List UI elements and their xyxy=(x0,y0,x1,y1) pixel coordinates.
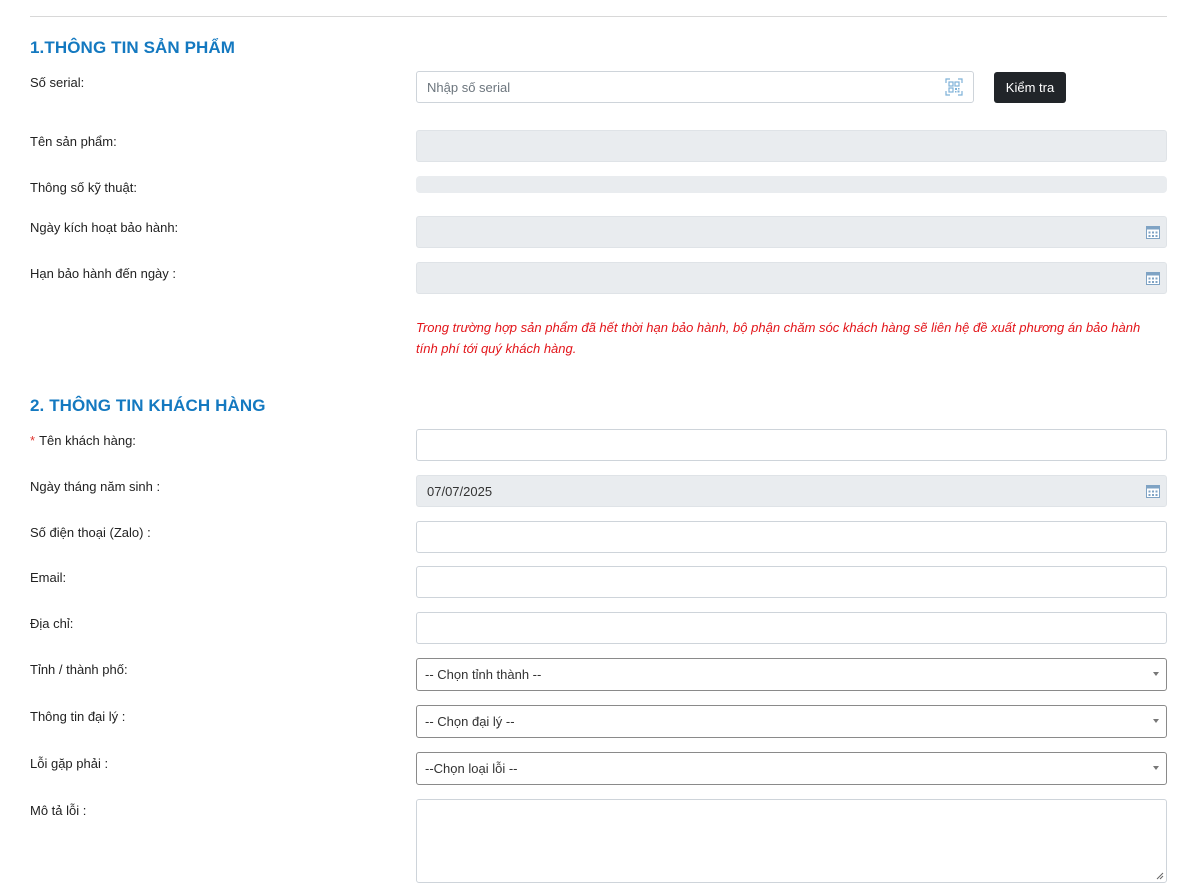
caret-down-icon xyxy=(1153,719,1159,723)
birthdate-label: Ngày tháng năm sinh : xyxy=(30,479,161,494)
dealer-label: Thông tin đại lý : xyxy=(30,709,126,724)
province-selected: -- Chọn tỉnh thành -- xyxy=(425,667,542,682)
activation-date-label: Ngày kích hoạt bảo hành: xyxy=(30,220,179,235)
caret-down-icon xyxy=(1153,766,1159,770)
customer-name-label: * Tên khách hàng: xyxy=(30,433,136,448)
calendar-icon[interactable] xyxy=(1146,484,1160,498)
dealer-select[interactable]: -- Chọn đại lý -- xyxy=(416,705,1167,738)
address-input[interactable] xyxy=(416,612,1167,644)
serial-placeholder: Nhập số serial xyxy=(427,79,511,95)
province-label: Tỉnh / thành phố: xyxy=(30,662,128,677)
product-name-field xyxy=(416,130,1167,162)
email-label: Email: xyxy=(30,570,67,585)
serial-input[interactable]: Nhập số serial xyxy=(416,71,974,103)
email-input[interactable] xyxy=(416,566,1167,598)
required-mark: * xyxy=(30,433,36,448)
warranty-until-label: Hạn bảo hành đến ngày : xyxy=(30,266,177,281)
birthdate-value: 07/07/2025 xyxy=(427,483,493,499)
error-type-label: Lỗi gặp phải : xyxy=(30,756,109,771)
qr-scan-icon[interactable] xyxy=(945,78,963,96)
calendar-icon xyxy=(1146,226,1160,239)
phone-input[interactable] xyxy=(416,521,1167,553)
section-title-product-info: 1.THÔNG TIN SẢN PHẨM xyxy=(30,38,236,57)
section-title-customer-info: 2. THÔNG TIN KHÁCH HÀNG xyxy=(30,396,266,415)
specs-label: Thông số kỹ thuật: xyxy=(30,180,137,195)
calendar-icon xyxy=(1146,272,1160,285)
top-divider xyxy=(30,16,1167,17)
error-description-textarea[interactable] xyxy=(416,799,1167,883)
warranty-note: Trong trường hợp sản phẩm đã hết thời hạ… xyxy=(416,320,1141,356)
activation-date-field xyxy=(416,216,1167,248)
caret-down-icon xyxy=(1153,672,1159,676)
warranty-until-field xyxy=(416,262,1167,294)
customer-name-input[interactable] xyxy=(416,429,1167,461)
phone-label: Số điện thoại (Zalo) : xyxy=(30,525,151,540)
error-type-selected: --Chọn loại lỗi -- xyxy=(425,761,518,776)
dealer-selected: -- Chọn đại lý -- xyxy=(425,714,515,729)
check-serial-button[interactable]: Kiểm tra xyxy=(994,72,1066,103)
error-type-select[interactable]: --Chọn loại lỗi -- xyxy=(416,752,1167,785)
specs-field xyxy=(416,176,1167,193)
customer-name-label-text: Tên khách hàng: xyxy=(39,433,136,448)
resize-handle-icon[interactable] xyxy=(1155,871,1164,880)
address-label: Địa chỉ: xyxy=(30,616,74,631)
product-name-label: Tên sản phẩm: xyxy=(30,134,117,149)
error-description-label: Mô tả lỗi : xyxy=(30,803,87,818)
serial-label: Số serial: xyxy=(30,75,85,90)
birthdate-input[interactable]: 07/07/2025 xyxy=(416,475,1167,507)
province-select[interactable]: -- Chọn tỉnh thành -- xyxy=(416,658,1167,691)
